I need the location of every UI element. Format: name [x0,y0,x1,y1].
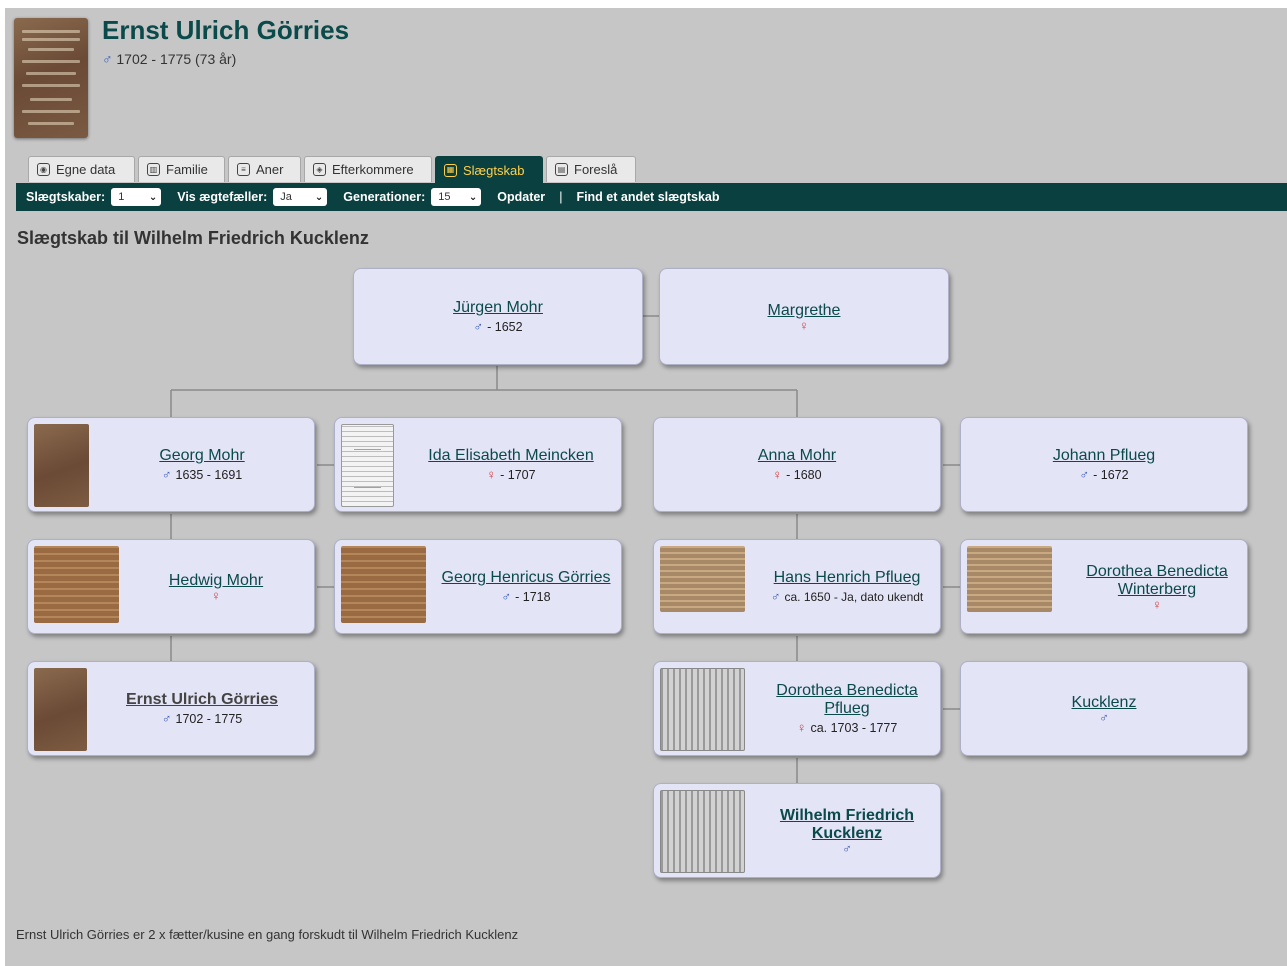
person-card-ida-elisabeth-meincken[interactable]: Ida Elisabeth Meincken ♀ - 1707 [334,417,622,512]
male-icon: ♂ [1099,709,1109,725]
person-name-link[interactable]: Hans Henrich Pflueg [774,569,921,587]
person-name-link[interactable]: Dorothea Benedicta Pflueg [772,682,922,718]
person-thumbnail[interactable] [660,546,745,612]
person-thumbnail[interactable] [341,546,426,623]
person-card-johann-pflueg[interactable]: Johann Pflueg ♂ - 1672 [960,417,1248,512]
person-card-hedwig-mohr[interactable]: Hedwig Mohr ♀ [27,539,315,634]
person-name-link[interactable]: Dorothea Benedicta Winterberg [1071,563,1243,599]
person-dates: - 1707 [500,468,536,482]
person-card-georg-henricus-gorries[interactable]: Georg Henricus Görries ♂ - 1718 [334,539,622,634]
female-icon: ♀ [796,720,807,735]
person-dates: ca. 1703 - 1777 [810,721,898,735]
person-dates: 1702 - 1775 [175,712,243,726]
person-name-link[interactable]: Wilhelm Friedrich Kucklenz [772,807,922,843]
person-card-dorothea-benedicta-winterberg[interactable]: Dorothea Benedicta Winterberg ♀ [960,539,1248,634]
person-card-kucklenz[interactable]: Kucklenz ♂ [960,661,1248,756]
female-icon: ♀ [211,587,221,603]
person-card-hans-henrich-pflueg[interactable]: Hans Henrich Pflueg ♂ ca. 1650 - Ja, dato… [653,539,941,634]
person-thumbnail[interactable] [660,668,745,751]
person-name-link[interactable]: Anna Mohr [758,447,836,465]
person-name-link[interactable]: Ernst Ulrich Görries [126,691,278,709]
person-dates: ca. 1650 - Ja, dato ukendt [784,590,924,604]
person-name-link[interactable]: Margrethe [768,302,841,320]
person-dates: - 1718 [515,590,551,604]
person-card-georg-mohr[interactable]: Georg Mohr ♂ 1635 - 1691 [27,417,315,512]
person-card-dorothea-benedicta-pflueg[interactable]: Dorothea Benedicta Pflueg ♀ ca. 1703 - 17… [653,661,941,756]
person-name-link[interactable]: Johann Pflueg [1053,447,1155,465]
person-name-link[interactable]: Hedwig Mohr [169,572,263,590]
person-card-wilhelm-friedrich-kucklenz[interactable]: Wilhelm Friedrich Kucklenz ♂ [653,783,941,878]
male-icon: ♂ [473,319,484,334]
person-dates: - 1672 [1093,468,1129,482]
person-thumbnail[interactable] [660,790,745,873]
person-thumbnail[interactable] [34,424,89,507]
person-dates: 1635 - 1691 [175,468,243,482]
female-icon: ♀ [799,317,809,333]
person-card-margrethe[interactable]: Margrethe ♀ [659,268,949,365]
female-icon: ♀ [486,467,497,482]
person-thumbnail[interactable] [341,424,394,507]
person-card-ernst-ulrich-gorries[interactable]: Ernst Ulrich Görries ♂ 1702 - 1775 [27,661,315,756]
female-icon: ♀ [1152,596,1162,612]
person-name-link[interactable]: Ida Elisabeth Meincken [428,447,593,465]
person-thumbnail[interactable] [34,546,119,623]
person-card-anna-mohr[interactable]: Anna Mohr ♀ - 1680 [653,417,941,512]
person-card-jurgen-mohr[interactable]: Jürgen Mohr ♂ - 1652 [353,268,643,365]
person-name-link[interactable]: Georg Henricus Görries [442,569,611,587]
male-icon: ♂ [1079,467,1090,482]
person-thumbnail[interactable] [967,546,1052,612]
person-dates: - 1652 [487,320,523,334]
person-name-link[interactable]: Georg Mohr [159,447,244,465]
male-icon: ♂ [842,840,852,856]
male-icon: ♂ [501,589,512,604]
person-name-link[interactable]: Jürgen Mohr [453,299,543,317]
male-icon: ♂ [161,467,172,482]
male-icon: ♂ [161,711,172,726]
person-dates: - 1680 [786,468,822,482]
relationship-summary: Ernst Ulrich Görries er 2 x fætter/kusin… [16,927,519,942]
female-icon: ♀ [772,467,783,482]
male-icon: ♂ [770,589,781,604]
person-name-link[interactable]: Kucklenz [1072,694,1137,712]
person-thumbnail[interactable] [34,668,87,751]
